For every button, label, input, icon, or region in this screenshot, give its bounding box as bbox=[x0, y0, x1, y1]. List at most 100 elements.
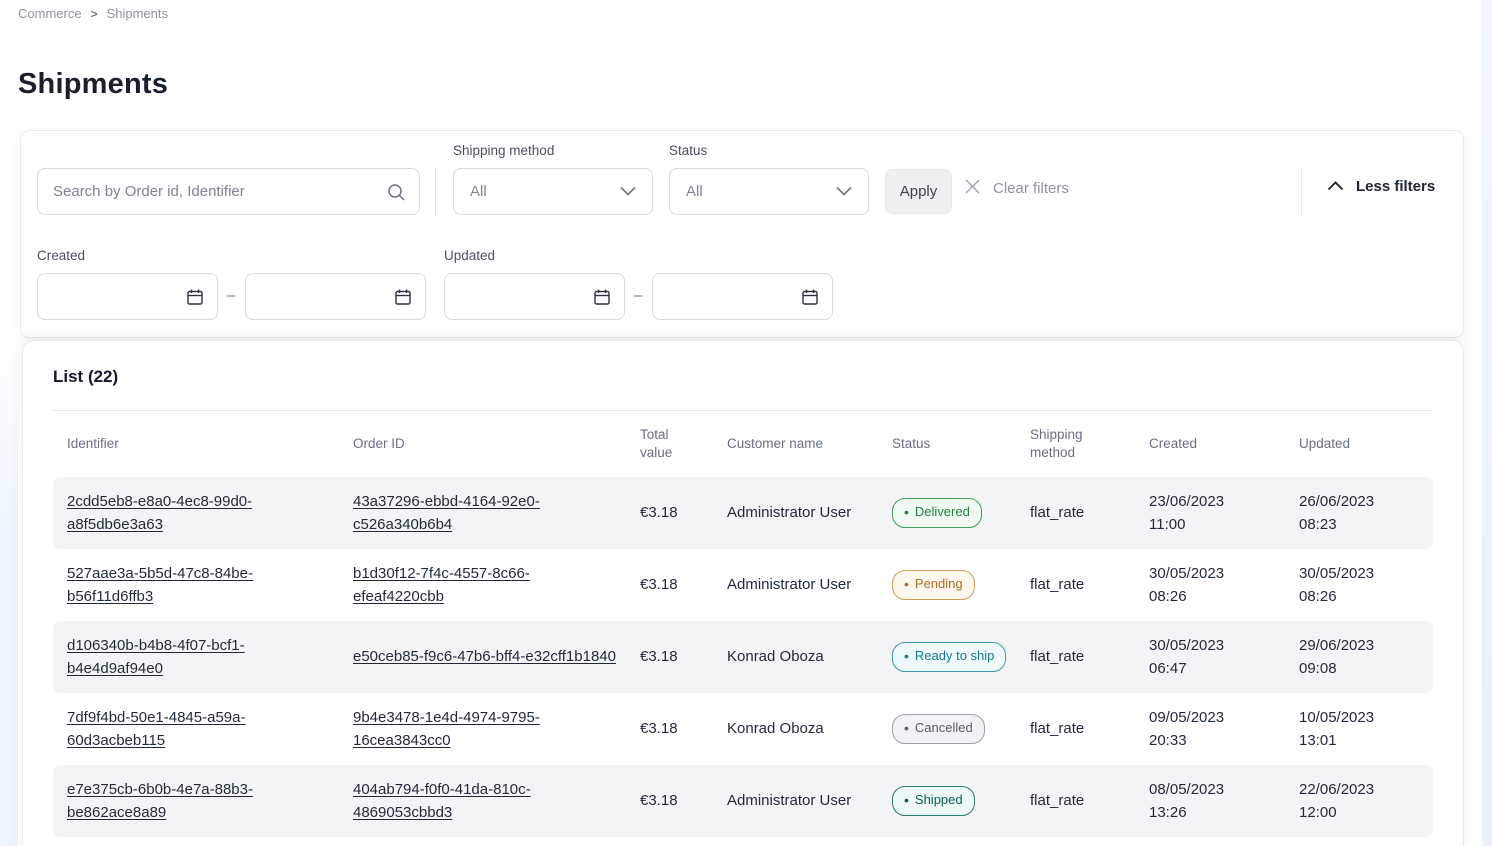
status-cell: •Delivered bbox=[878, 477, 1016, 549]
column-header: Order ID bbox=[339, 411, 626, 477]
updated-range-separator: – bbox=[634, 287, 642, 304]
created-date: 23/06/2023 bbox=[1149, 490, 1275, 513]
created-cell: 23/06/202311:00 bbox=[1135, 477, 1285, 549]
status-badge: •Ready to ship bbox=[892, 642, 1006, 671]
created-time: 11:00 bbox=[1149, 513, 1275, 536]
status-cell: •Cancelled bbox=[878, 693, 1016, 765]
created-time: 06:47 bbox=[1149, 657, 1275, 680]
created-from-field bbox=[37, 273, 218, 320]
customer-name-cell: Konrad Oboza bbox=[713, 693, 878, 765]
created-time: 08:26 bbox=[1149, 585, 1275, 608]
identifier-link[interactable]: 527aae3a-5b5d-47c8-84be-b56f11d6ffb3 bbox=[67, 565, 253, 605]
page-edge-tint-right bbox=[1482, 0, 1492, 846]
breadcrumb-item-commerce[interactable]: Commerce bbox=[18, 6, 82, 21]
updated-cell: 29/06/202309:08 bbox=[1285, 621, 1433, 693]
created-from-input[interactable] bbox=[38, 288, 182, 305]
less-filters-label: Less filters bbox=[1356, 178, 1435, 195]
updated-to-input[interactable] bbox=[653, 288, 797, 305]
order-id-link[interactable]: e50ceb85-f9c6-47b6-bff4-e32cff1b1840 bbox=[353, 648, 616, 665]
updated-cell: 22/06/202312:00 bbox=[1285, 765, 1433, 837]
clear-filters-label: Clear filters bbox=[993, 180, 1069, 197]
table-row: e7e375cb-6b0b-4e7a-88b3-be862ace8a89 404a… bbox=[53, 765, 1433, 837]
status-dot-icon: • bbox=[904, 505, 909, 519]
column-header: Customer name bbox=[713, 411, 878, 477]
created-cell: 30/05/202306:47 bbox=[1135, 621, 1285, 693]
identifier-link[interactable]: d106340b-b4b8-4f07-bcf1-b4e4d9af94e0 bbox=[67, 637, 245, 677]
column-header: Status bbox=[878, 411, 1016, 477]
created-time: 20:33 bbox=[1149, 729, 1275, 752]
apply-button[interactable]: Apply bbox=[885, 169, 952, 214]
status-cell: •Ready to ship bbox=[878, 621, 1016, 693]
total-value-cell: €3.18 bbox=[626, 765, 713, 837]
order-id-link[interactable]: 9b4e3478-1e4d-4974-9795-16cea3843cc0 bbox=[353, 709, 540, 749]
created-time: 13:26 bbox=[1149, 801, 1275, 824]
shipping-method-cell: flat_rate bbox=[1016, 621, 1135, 693]
updated-date: 30/05/2023 bbox=[1299, 562, 1423, 585]
column-header: Created bbox=[1135, 411, 1285, 477]
calendar-icon[interactable] bbox=[390, 288, 425, 306]
identifier-link[interactable]: 7df9f4bd-50e1-4845-a59a-60d3acbeb115 bbox=[67, 709, 245, 749]
total-value-cell: €3.18 bbox=[626, 621, 713, 693]
identifier-link[interactable]: 2cdd5eb8-e8a0-4ec8-99d0-a8f5db6e3a63 bbox=[67, 493, 252, 533]
status-value: All bbox=[686, 183, 703, 200]
created-cell: 30/05/202308:26 bbox=[1135, 549, 1285, 621]
created-date: 09/05/2023 bbox=[1149, 706, 1275, 729]
table-header-row: IdentifierOrder IDTotal valueCustomer na… bbox=[53, 411, 1433, 477]
table-row: 7df9f4bd-50e1-4845-a59a-60d3acbeb115 9b4e… bbox=[53, 693, 1433, 765]
less-filters-toggle[interactable]: Less filters bbox=[1327, 178, 1435, 195]
identifier-cell: 7df9f4bd-50e1-4845-a59a-60d3acbeb115 bbox=[53, 693, 339, 765]
calendar-icon[interactable] bbox=[182, 288, 217, 306]
search-input[interactable] bbox=[38, 183, 382, 200]
filter-divider bbox=[1301, 168, 1302, 215]
customer-name-cell: Administrator User bbox=[713, 765, 878, 837]
search-icon[interactable] bbox=[382, 182, 419, 202]
status-select[interactable]: All bbox=[669, 168, 869, 215]
shipments-list-panel: List (22) IdentifierOrder IDTotal valueC… bbox=[22, 340, 1464, 846]
shipping-method-select[interactable]: All bbox=[453, 168, 653, 215]
column-header: Total value bbox=[626, 411, 713, 477]
identifier-cell: 527aae3a-5b5d-47c8-84be-b56f11d6ffb3 bbox=[53, 549, 339, 621]
updated-label: Updated bbox=[444, 248, 495, 263]
status-badge: •Shipped bbox=[892, 786, 975, 815]
updated-date: 22/06/2023 bbox=[1299, 778, 1423, 801]
status-badge: •Pending bbox=[892, 570, 975, 599]
chevron-down-icon bbox=[620, 183, 636, 200]
shipping-method-label: Shipping method bbox=[453, 143, 554, 158]
page-edge-tint-left bbox=[0, 340, 18, 846]
order-id-cell: 9b4e3478-1e4d-4974-9795-16cea3843cc0 bbox=[339, 693, 626, 765]
calendar-icon[interactable] bbox=[589, 288, 624, 306]
updated-cell: 30/05/202308:26 bbox=[1285, 549, 1433, 621]
order-id-cell: 43a37296-ebbd-4164-92e0-c526a340b6b4 bbox=[339, 477, 626, 549]
total-value-cell: €3.18 bbox=[626, 693, 713, 765]
updated-time: 08:26 bbox=[1299, 585, 1423, 608]
filters-panel: Shipping method All Status All Apply Cle… bbox=[20, 130, 1464, 338]
status-label: Status bbox=[669, 143, 707, 158]
status-cell: •Pending bbox=[878, 549, 1016, 621]
order-id-link[interactable]: b1d30f12-7f4c-4557-8c66-efeaf4220cbb bbox=[353, 565, 530, 605]
identifier-cell: 2cdd5eb8-e8a0-4ec8-99d0-a8f5db6e3a63 bbox=[53, 477, 339, 549]
identifier-link[interactable]: e7e375cb-6b0b-4e7a-88b3-be862ace8a89 bbox=[67, 781, 253, 821]
created-to-input[interactable] bbox=[246, 288, 390, 305]
order-id-link[interactable]: 404ab794-f0f0-41da-810c-4869053cbbd3 bbox=[353, 781, 531, 821]
shipments-table: IdentifierOrder IDTotal valueCustomer na… bbox=[53, 411, 1433, 837]
updated-time: 12:00 bbox=[1299, 801, 1423, 824]
updated-from-field bbox=[444, 273, 625, 320]
column-header: Identifier bbox=[53, 411, 339, 477]
created-to-field bbox=[245, 273, 426, 320]
clear-filters-button[interactable]: Clear filters bbox=[965, 179, 1069, 198]
updated-date: 26/06/2023 bbox=[1299, 490, 1423, 513]
page-title: Shipments bbox=[18, 68, 168, 101]
calendar-icon[interactable] bbox=[797, 288, 832, 306]
order-id-cell: e50ceb85-f9c6-47b6-bff4-e32cff1b1840 bbox=[339, 621, 626, 693]
breadcrumb-item-shipments[interactable]: Shipments bbox=[107, 6, 168, 21]
table-row: d106340b-b4b8-4f07-bcf1-b4e4d9af94e0 e50c… bbox=[53, 621, 1433, 693]
updated-from-input[interactable] bbox=[445, 288, 589, 305]
created-date: 08/05/2023 bbox=[1149, 778, 1275, 801]
order-id-link[interactable]: 43a37296-ebbd-4164-92e0-c526a340b6b4 bbox=[353, 493, 540, 533]
shipping-method-cell: flat_rate bbox=[1016, 549, 1135, 621]
updated-time: 13:01 bbox=[1299, 729, 1423, 752]
updated-time: 09:08 bbox=[1299, 657, 1423, 680]
search-box bbox=[37, 168, 420, 215]
order-id-cell: b1d30f12-7f4c-4557-8c66-efeaf4220cbb bbox=[339, 549, 626, 621]
created-range-separator: – bbox=[227, 287, 235, 304]
